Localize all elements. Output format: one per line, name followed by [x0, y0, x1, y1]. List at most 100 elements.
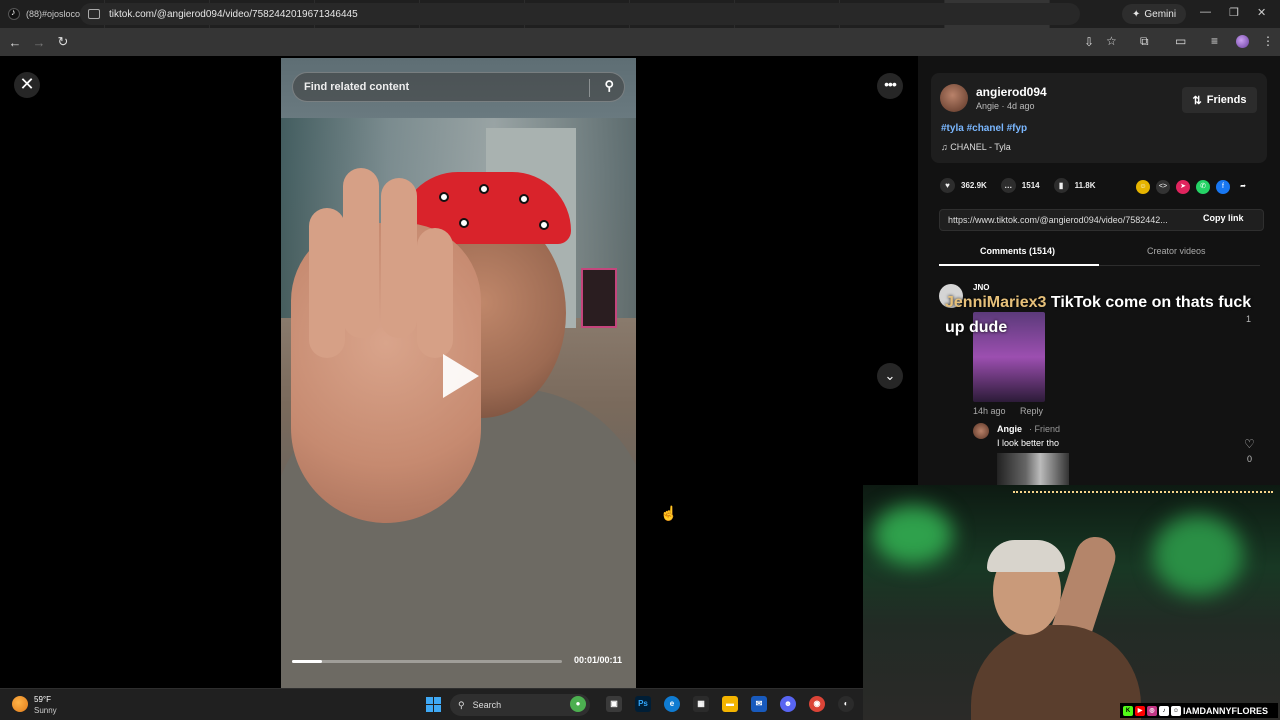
search-divider	[589, 79, 590, 97]
weather-icon[interactable]	[12, 696, 28, 712]
video-link-text: https://www.tiktok.com/@angierod094/vide…	[948, 215, 1168, 225]
kick-icon: K	[1123, 705, 1133, 716]
taskbar: 59°F Sunny ⚲ Search ● ▣ Ps e ▦ ▬ ✉ ☻ ◉ ◐	[0, 688, 863, 720]
video-progress-bar[interactable]	[292, 660, 562, 663]
task-view-icon[interactable]: ▣	[606, 696, 622, 712]
friends-button[interactable]: ⇅ Friends	[1182, 87, 1257, 113]
reload-icon[interactable]: ↻	[51, 34, 75, 50]
photoshop-icon[interactable]: Ps	[635, 696, 651, 712]
more-options-button[interactable]: •••	[877, 73, 903, 99]
close-icon: ✕	[19, 74, 35, 94]
whatsapp-icon[interactable]: ✆	[1196, 180, 1210, 194]
friends-icon: ⇅	[1192, 94, 1202, 107]
share-arrow-icon[interactable]: ➦	[1236, 180, 1250, 194]
edge-icon[interactable]: e	[664, 696, 680, 712]
bookmark-icon: ▮	[1053, 178, 1069, 193]
app-icon[interactable]: ◐	[838, 696, 854, 712]
window-close-icon[interactable]: ✕	[1257, 6, 1266, 19]
video-player[interactable]: Find related content ⚲ 00:01/00:11	[281, 58, 636, 688]
url-field[interactable]: tiktok.com/@angierod094/video/7582442019…	[80, 3, 1080, 25]
forward-icon[interactable]: →	[27, 35, 51, 50]
hashtags[interactable]: #tyla #chanel #fyp	[941, 123, 1027, 134]
friends-share-icon[interactable]: ☺	[1136, 180, 1150, 194]
handle-text: IAMDANNYFLORES	[1183, 705, 1268, 716]
creator-subline: Angie · 4d ago	[976, 101, 1035, 111]
instagram-icon: ◎	[1147, 705, 1157, 716]
reply-author[interactable]: Angie	[997, 424, 1022, 434]
video-timecode: 00:01/00:11	[574, 655, 623, 665]
more-icon: •••	[884, 76, 897, 92]
site-info-icon[interactable]	[88, 9, 100, 19]
reply-avatar[interactable]	[973, 423, 989, 439]
tab-creator-videos[interactable]: Creator videos	[1147, 246, 1206, 256]
facebook-icon[interactable]: f	[1216, 180, 1230, 194]
creator-card: angierod094 Angie · 4d ago ⇅ Friends #tyl…	[931, 73, 1267, 163]
embed-icon[interactable]: <>	[1156, 180, 1170, 194]
engagement-stats: ♥ 362.9K … 1514 ▮ 11.8K	[940, 178, 1110, 193]
green-light	[1153, 515, 1243, 595]
gemini-label: Gemini	[1144, 8, 1177, 20]
streamer-cap	[987, 540, 1065, 572]
copy-link-button[interactable]: Copy link	[1203, 213, 1244, 223]
tiktok-favicon-icon	[8, 7, 20, 20]
tab-title: (88)#ojoslocos	[26, 9, 85, 19]
video-finger	[343, 168, 379, 338]
send-icon[interactable]: ➤	[1176, 180, 1190, 194]
comment-tabs: Comments (1514) Creator videos	[939, 244, 1260, 266]
gemini-button[interactable]: ✦ Gemini	[1122, 4, 1187, 24]
reply-image[interactable]	[997, 453, 1069, 485]
weather-temperature[interactable]: 59°F	[34, 695, 51, 704]
maximize-icon[interactable]: ❐	[1229, 6, 1239, 19]
media-controls-icon[interactable]: ≡	[1211, 34, 1218, 48]
chrome-icon[interactable]: ◉	[809, 696, 825, 712]
webcam-overlay	[863, 485, 1280, 720]
creator-username[interactable]: angierod094	[976, 85, 1047, 99]
bookmark-star-icon[interactable]: ☆	[1106, 34, 1117, 48]
minimize-icon[interactable]: —	[1200, 6, 1211, 18]
streamer-handle: K ▶ ◎ ♪ ☺ IAMDANNYFLORES	[1120, 703, 1278, 718]
close-video-button[interactable]: ✕	[14, 72, 40, 98]
taskbar-search[interactable]: ⚲ Search	[450, 694, 590, 716]
music-note-icon: ♫	[941, 142, 951, 152]
browser-menu-icon[interactable]: ⋮	[1262, 34, 1274, 48]
play-icon[interactable]	[443, 354, 479, 398]
streamer-body	[971, 625, 1141, 720]
extensions-icon[interactable]: ⧉	[1140, 34, 1149, 49]
back-icon[interactable]: ←	[3, 35, 27, 50]
heart-icon: ♥	[940, 178, 955, 193]
weather-condition[interactable]: Sunny	[34, 706, 57, 715]
video-poster	[581, 268, 617, 328]
green-light	[873, 505, 953, 565]
widget-icon[interactable]: ●	[570, 696, 586, 712]
tab-comments[interactable]: Comments (1514)	[980, 246, 1055, 256]
related-search-placeholder: Find related content	[304, 81, 410, 93]
comment-button[interactable]: … 1514	[1000, 178, 1040, 193]
active-tab-indicator	[939, 264, 1099, 266]
install-app-icon[interactable]: ⇩	[1084, 35, 1094, 49]
url-text: tiktok.com/@angierod094/video/7582442019…	[109, 8, 358, 20]
video-finger	[309, 208, 345, 358]
chevron-down-icon: ⌄	[884, 368, 896, 383]
related-search-bar[interactable]: Find related content ⚲	[292, 72, 625, 102]
discord-icon[interactable]: ☻	[780, 696, 796, 712]
search-icon[interactable]: ⚲	[604, 78, 614, 94]
reply-heart-icon[interactable]: ♡	[1244, 437, 1255, 451]
file-explorer-icon[interactable]: ▬	[722, 696, 738, 712]
overlay-username: JenniMariex3	[945, 294, 1047, 311]
profile-avatar[interactable]	[1236, 35, 1249, 48]
comment-time: 14h ago	[973, 406, 1006, 416]
store-icon[interactable]: ▦	[693, 696, 709, 712]
snapchat-icon: ☺	[1171, 705, 1181, 716]
like-button[interactable]: ♥ 362.9K	[940, 178, 987, 193]
reply-button[interactable]: Reply	[1020, 406, 1043, 416]
comment-like-count: 1	[1246, 314, 1252, 324]
split-view-icon[interactable]: ▭	[1175, 34, 1186, 48]
start-icon[interactable]	[426, 697, 441, 712]
like-count: 362.9K	[961, 181, 987, 190]
save-button[interactable]: ▮ 11.8K	[1053, 178, 1096, 193]
music-line[interactable]: ♫ CHANEL - Tyla	[941, 142, 1011, 152]
next-video-button[interactable]: ⌄	[877, 363, 903, 389]
creator-avatar[interactable]	[940, 84, 968, 112]
reply-text: I look better tho	[997, 438, 1060, 448]
outlook-icon[interactable]: ✉	[751, 696, 767, 712]
